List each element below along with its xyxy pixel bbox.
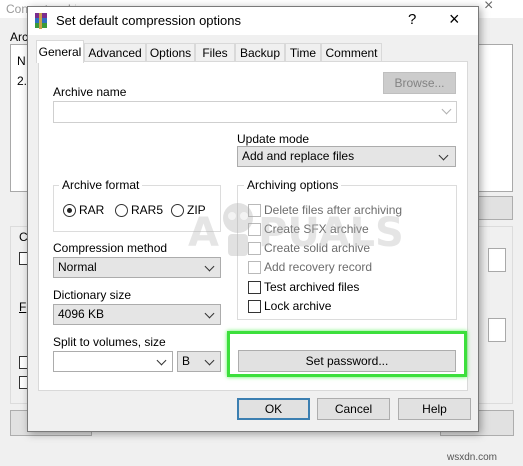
- watermark: A PUALS: [0, 0, 480, 466]
- background-archive-list-right: [477, 44, 513, 192]
- highlight-frame: [227, 331, 467, 377]
- tab-general[interactable]: General: [36, 40, 84, 63]
- watermark-mascot-icon: [223, 203, 253, 256]
- background-button-right-1[interactable]: [477, 196, 513, 220]
- watermark-text-right: PUALS: [258, 210, 404, 256]
- background-field-right-2[interactable]: [488, 318, 506, 342]
- watermark-text-left: A: [188, 210, 219, 256]
- footer-credit: wsxdn.com: [447, 452, 498, 463]
- background-close-icon[interactable]: ×: [484, 0, 493, 15]
- background-field-right-1[interactable]: [488, 248, 506, 272]
